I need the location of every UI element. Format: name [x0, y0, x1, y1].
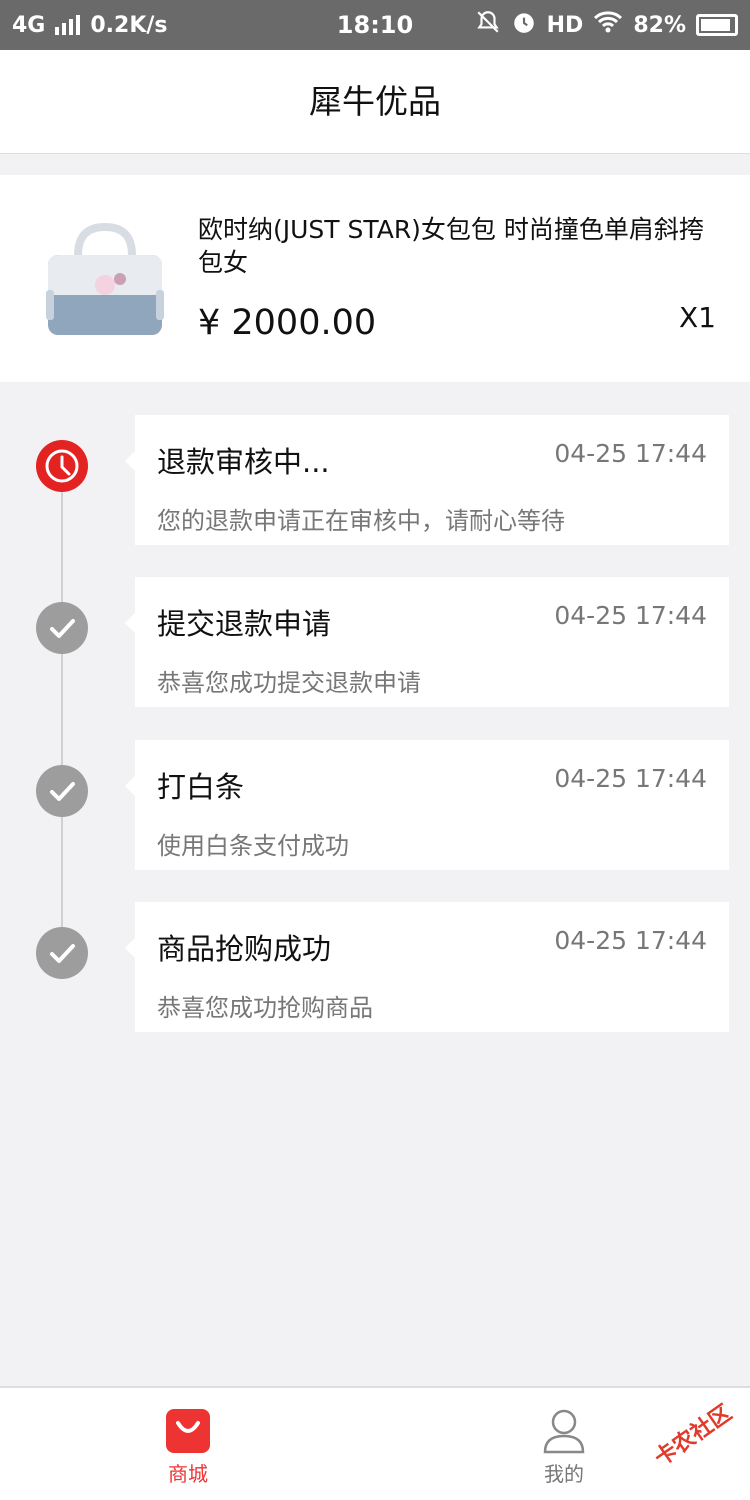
timeline-card: 商品抢购成功 04-25 17:44 恭喜您成功抢购商品 — [125, 902, 729, 1032]
product-quantity: X1 — [679, 301, 716, 334]
timeline-title: 退款审核中... — [157, 445, 330, 479]
handbag-image — [38, 215, 172, 340]
timeline-card: 退款审核中... 04-25 17:44 您的退款申请正在审核中，请耐心等待 — [125, 415, 729, 545]
timeline-title: 商品抢购成功 — [157, 932, 332, 966]
timeline-title: 提交退款申请 — [157, 607, 332, 641]
timeline-title: 打白条 — [157, 770, 245, 804]
timeline-item: 提交退款申请 04-25 17:44 恭喜您成功提交退款申请 — [0, 577, 750, 707]
battery-icon — [696, 14, 738, 36]
timeline-time: 04-25 17:44 — [554, 439, 707, 468]
timeline-time: 04-25 17:44 — [554, 601, 707, 630]
bottom-nav: 商城 我的 — [0, 1386, 750, 1500]
timeline-item: 打白条 04-25 17:44 使用白条支付成功 — [0, 740, 750, 870]
app-header: 犀牛优品 — [0, 50, 750, 154]
status-bar: 4G 0.2K/s 18:10 HD 82% — [0, 0, 750, 50]
hd-label: HD — [546, 12, 584, 38]
clock-icon — [36, 440, 88, 492]
shopping-bag-icon — [165, 1408, 211, 1454]
product-price: ¥ 2000.00 — [198, 303, 377, 343]
battery-percent: 82% — [633, 12, 686, 38]
nav-item-shop[interactable]: 商城 — [88, 1388, 288, 1500]
timeline-desc: 恭喜您成功提交退款申请 — [157, 669, 421, 697]
nav-label-mine: 我的 — [544, 1462, 584, 1486]
timeline-desc: 恭喜您成功抢购商品 — [157, 994, 373, 1022]
timeline-desc: 使用白条支付成功 — [157, 832, 349, 860]
status-right: HD 82% — [475, 0, 738, 50]
timeline-item: 商品抢购成功 04-25 17:44 恭喜您成功抢购商品 — [0, 902, 750, 1032]
nav-item-mine[interactable]: 我的 — [464, 1388, 664, 1500]
nav-label-shop: 商城 — [168, 1462, 208, 1486]
wifi-icon — [593, 10, 623, 40]
timeline-time: 04-25 17:44 — [554, 926, 707, 955]
mute-notification-icon — [475, 9, 501, 41]
page-title: 犀牛优品 — [309, 82, 441, 121]
check-icon — [36, 765, 88, 817]
timeline-item: 退款审核中... 04-25 17:44 您的退款申请正在审核中，请耐心等待 — [0, 415, 750, 545]
user-icon — [541, 1408, 587, 1454]
timeline-time: 04-25 17:44 — [554, 764, 707, 793]
product-card[interactable]: 欧时纳(JUST STAR)女包包 时尚撞色单肩斜挎包女 ¥ 2000.00 X… — [0, 175, 750, 382]
timeline-card: 打白条 04-25 17:44 使用白条支付成功 — [125, 740, 729, 870]
timeline-desc: 您的退款申请正在审核中，请耐心等待 — [157, 507, 565, 535]
check-icon — [36, 927, 88, 979]
check-icon — [36, 602, 88, 654]
alarm-icon — [511, 9, 537, 41]
timeline-card: 提交退款申请 04-25 17:44 恭喜您成功提交退款申请 — [125, 577, 729, 707]
product-name: 欧时纳(JUST STAR)女包包 时尚撞色单肩斜挎包女 — [198, 215, 704, 277]
